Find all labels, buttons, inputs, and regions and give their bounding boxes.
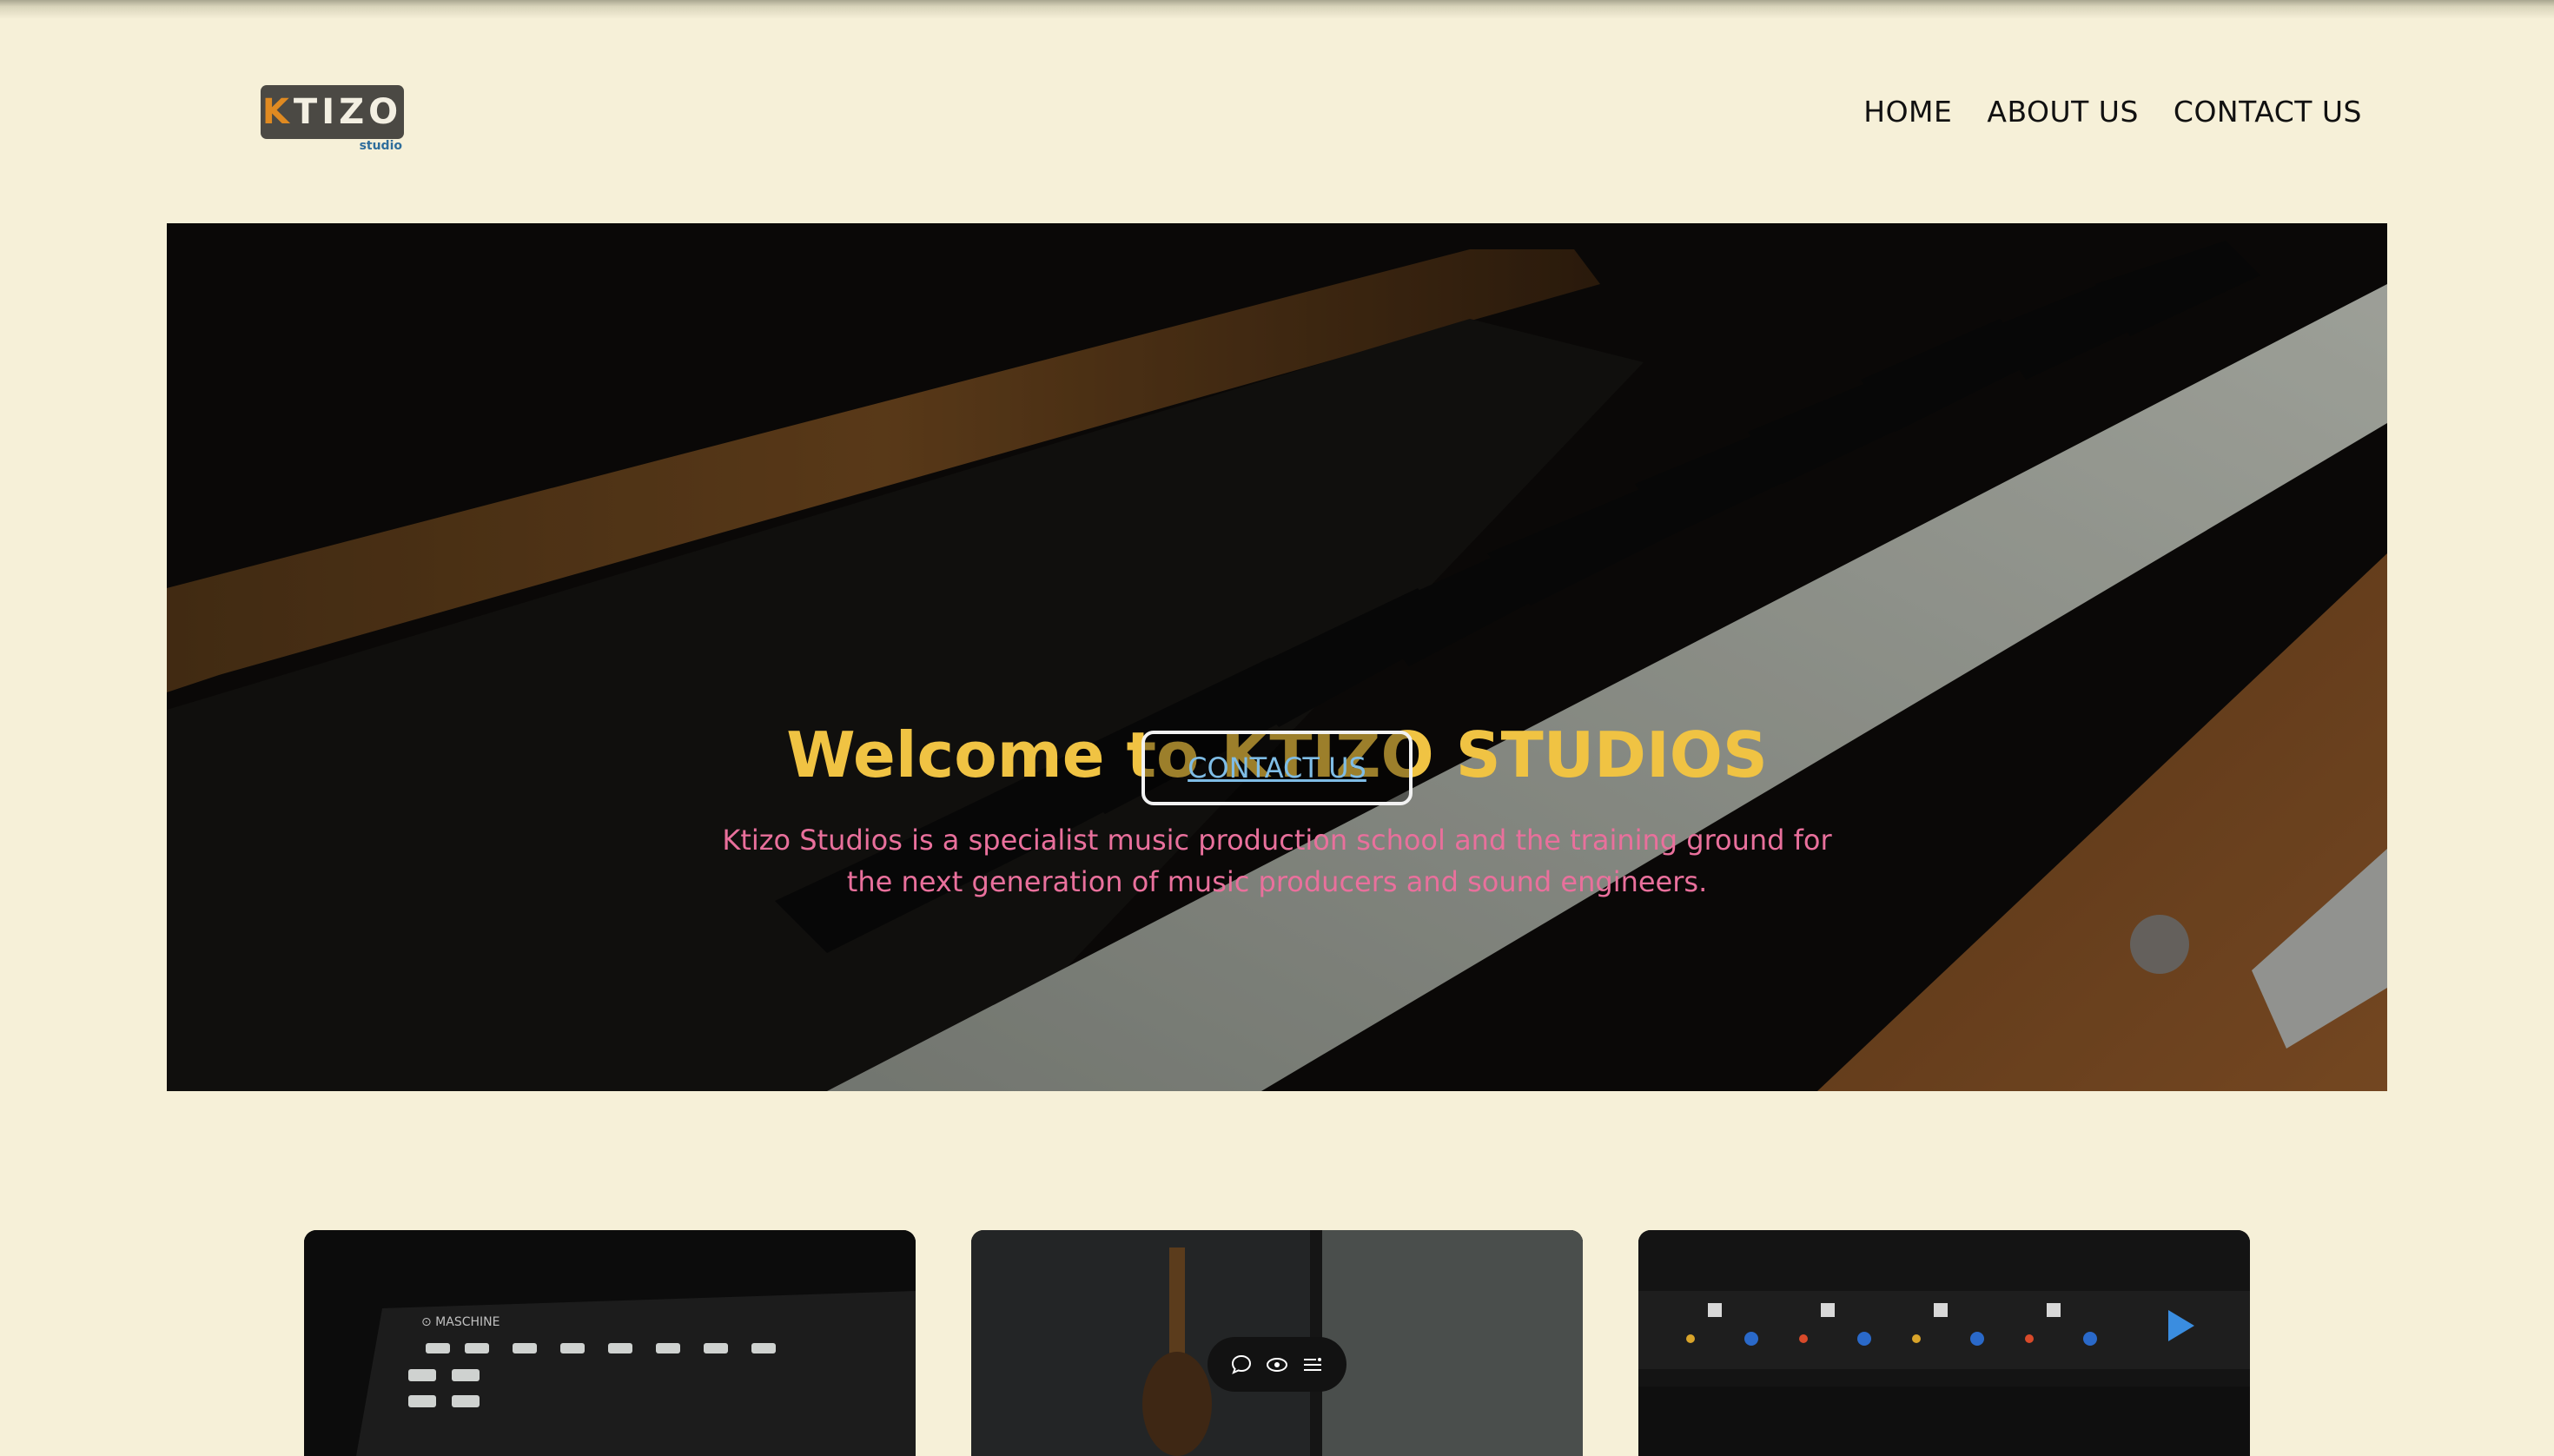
hero-contact-button[interactable]: CONTACT US [1141, 731, 1413, 805]
site-header: K TIZO studio HOME ABOUT US CONTACT US [0, 0, 2554, 217]
logo-badge: K TIZO [261, 85, 404, 139]
hero-dark-overlay [167, 223, 2387, 1091]
eye-icon[interactable] [1262, 1350, 1292, 1380]
hero-subtitle: Ktizo Studios is a specialist music prod… [722, 824, 1832, 898]
floating-toolbar [1208, 1337, 1346, 1392]
svg-text:⊙ MASCHINE: ⊙ MASCHINE [421, 1315, 500, 1329]
comment-icon[interactable] [1227, 1350, 1256, 1380]
site-logo[interactable]: K TIZO studio [261, 85, 404, 158]
card-rack-equipment[interactable] [1638, 1230, 2250, 1456]
rack-equipment-photo [1638, 1230, 2250, 1456]
nav-contact-us[interactable]: CONTACT US [2174, 95, 2362, 129]
card-drum-machine[interactable]: ⊙ MASCHINE [304, 1230, 916, 1456]
logo-subtext: studio [359, 139, 402, 153]
main-nav: HOME ABOUT US CONTACT US [1863, 90, 2362, 132]
logo-k-mark: K [261, 92, 294, 132]
nav-home[interactable]: HOME [1863, 95, 1952, 129]
logo-text: TIZO [293, 92, 403, 132]
nav-about-us[interactable]: ABOUT US [1987, 95, 2139, 129]
drum-machine-photo: ⊙ MASCHINE [304, 1230, 916, 1456]
list-icon[interactable] [1298, 1350, 1327, 1380]
hero-section: Welcome to KTIZO STUDIOS Ktizo Studios i… [167, 223, 2387, 1091]
